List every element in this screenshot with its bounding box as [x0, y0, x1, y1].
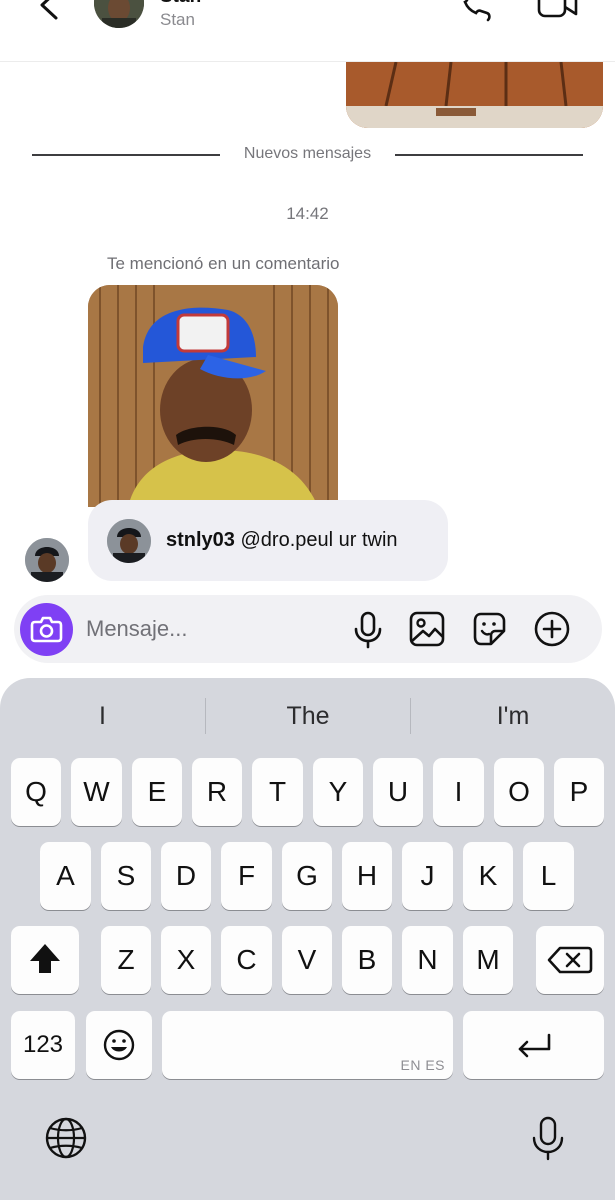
suggestion-item[interactable]: I'm: [411, 698, 615, 734]
message-composer: [14, 595, 602, 663]
chevron-left-icon: [40, 0, 58, 20]
comment-username[interactable]: stnly03: [166, 529, 235, 551]
more-options-button[interactable]: [532, 609, 572, 649]
globe-icon: [45, 1117, 87, 1159]
space-key[interactable]: EN ES: [162, 1011, 453, 1079]
new-messages-divider: Nuevos mensajes: [32, 145, 583, 165]
comment-text: stnly03 @dro.peul ur twin: [166, 529, 398, 552]
globe-button[interactable]: [42, 1114, 90, 1162]
message-input[interactable]: [86, 607, 336, 651]
camera-button[interactable]: [20, 603, 73, 656]
key-n[interactable]: N: [402, 926, 453, 994]
sticker-icon: [473, 612, 506, 646]
sent-photo-message[interactable]: [346, 62, 603, 128]
keyboard-language-tag: EN ES: [400, 1057, 445, 1073]
video-camera-icon: [537, 0, 578, 18]
gallery-button[interactable]: [407, 609, 447, 649]
mentioned-post-image[interactable]: [88, 285, 338, 507]
camera-icon: [30, 616, 63, 643]
ios-keyboard: I The I'm Q W E R T Y U I O P A S D F G …: [0, 678, 615, 1200]
dictation-icon: [532, 1116, 564, 1161]
key-u[interactable]: U: [373, 758, 423, 826]
key-m[interactable]: M: [463, 926, 513, 994]
plus-circle-icon: [534, 611, 570, 647]
image-icon: [409, 611, 445, 647]
video-call-button[interactable]: [536, 0, 580, 20]
backspace-key[interactable]: [536, 926, 604, 994]
key-f[interactable]: F: [221, 842, 272, 910]
back-button[interactable]: [36, 0, 66, 22]
emoji-key[interactable]: [86, 1011, 152, 1079]
contact-name[interactable]: Stan: [160, 0, 201, 8]
return-icon: [518, 1033, 551, 1058]
contact-avatar[interactable]: [94, 0, 144, 28]
mention-label: Te mencionó en un comentario: [107, 254, 340, 273]
key-l[interactable]: L: [523, 842, 574, 910]
numbers-key[interactable]: 123: [11, 1011, 75, 1079]
key-o[interactable]: O: [494, 758, 544, 826]
suggestion-item[interactable]: The: [206, 698, 410, 734]
key-k[interactable]: K: [463, 842, 513, 910]
phone-icon: [463, 0, 491, 22]
sticker-button[interactable]: [469, 609, 509, 649]
emoji-icon: [103, 1029, 135, 1061]
message-timestamp: 14:42: [286, 204, 329, 223]
key-g[interactable]: G: [282, 842, 332, 910]
key-v[interactable]: V: [282, 926, 332, 994]
key-c[interactable]: C: [221, 926, 272, 994]
chat-header: Stan Stan: [0, 0, 615, 62]
shift-icon: [30, 944, 60, 973]
key-q[interactable]: Q: [11, 758, 61, 826]
dictation-button[interactable]: [524, 1114, 572, 1162]
call-button[interactable]: [452, 0, 492, 22]
key-s[interactable]: S: [101, 842, 151, 910]
voice-message-button[interactable]: [348, 609, 388, 649]
suggestion-item[interactable]: I: [0, 698, 205, 734]
key-r[interactable]: R: [192, 758, 242, 826]
key-j[interactable]: J: [402, 842, 453, 910]
key-a[interactable]: A: [40, 842, 91, 910]
key-d[interactable]: D: [161, 842, 211, 910]
key-i[interactable]: I: [433, 758, 484, 826]
sender-avatar[interactable]: [25, 538, 69, 582]
key-x[interactable]: X: [161, 926, 211, 994]
microphone-icon: [354, 611, 382, 649]
contact-subtitle: Stan: [160, 10, 195, 29]
comment-preview[interactable]: stnly03 @dro.peul ur twin: [88, 500, 448, 581]
key-w[interactable]: W: [71, 758, 122, 826]
key-z[interactable]: Z: [101, 926, 151, 994]
comment-body: @dro.peul ur twin: [240, 529, 398, 551]
key-y[interactable]: Y: [313, 758, 363, 826]
key-p[interactable]: P: [554, 758, 604, 826]
key-e[interactable]: E: [132, 758, 182, 826]
suggestion-bar: I The I'm: [0, 678, 615, 754]
backspace-icon: [547, 946, 593, 974]
shift-key[interactable]: [11, 926, 79, 994]
key-t[interactable]: T: [252, 758, 303, 826]
commenter-avatar: [107, 519, 151, 563]
key-h[interactable]: H: [342, 842, 392, 910]
key-b[interactable]: B: [342, 926, 392, 994]
return-key[interactable]: [463, 1011, 604, 1079]
